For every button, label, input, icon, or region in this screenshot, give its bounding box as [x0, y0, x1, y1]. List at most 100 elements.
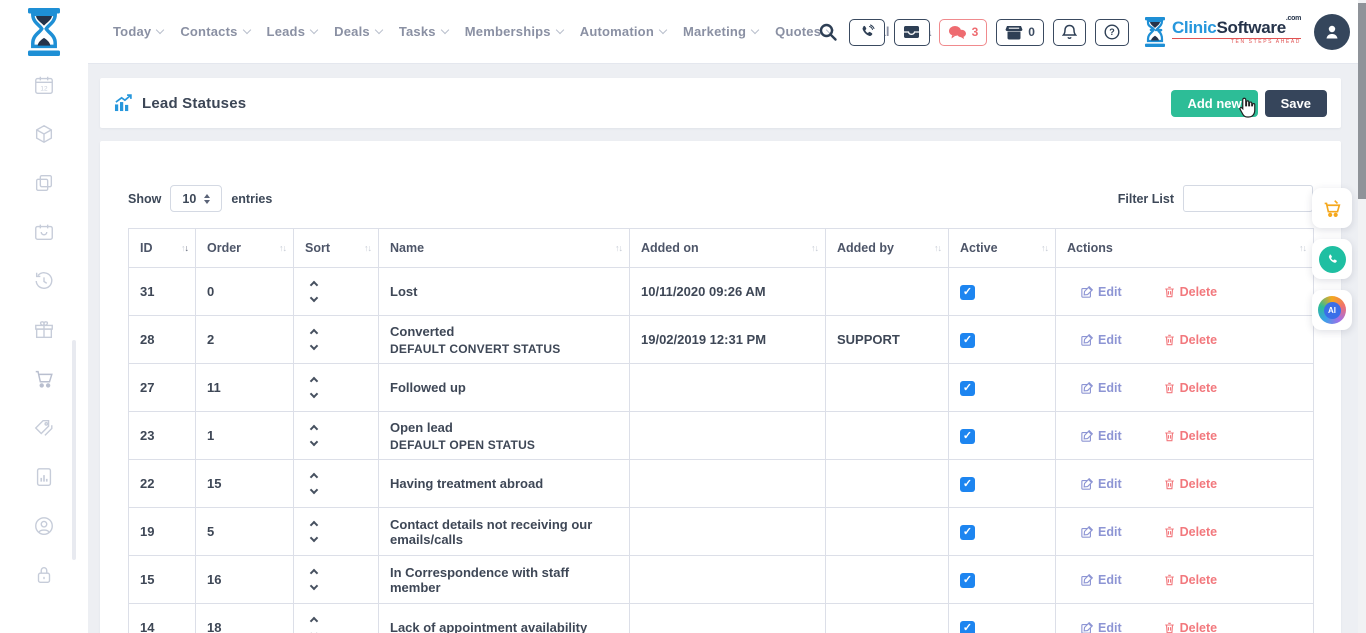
help-button[interactable]: ?: [1095, 19, 1129, 46]
move-up-icon[interactable]: [310, 425, 318, 433]
move-up-icon[interactable]: [310, 329, 318, 337]
page-scrollbar-track[interactable]: [1358, 0, 1366, 633]
column-header-active[interactable]: Active↑↓: [949, 229, 1056, 268]
active-checkbox[interactable]: ✓: [960, 285, 975, 300]
edit-link[interactable]: Edit: [1081, 429, 1122, 443]
move-up-icon[interactable]: [310, 521, 318, 529]
move-down-icon[interactable]: [310, 294, 318, 302]
active-checkbox[interactable]: ✓: [960, 429, 975, 444]
table-row: 19 5 Contact details not receiving our e…: [129, 508, 1314, 556]
user-avatar[interactable]: [1314, 14, 1350, 50]
calendar-bag-icon[interactable]: [33, 221, 55, 243]
column-header-added-on[interactable]: Added on↑↓: [630, 229, 826, 268]
move-down-icon[interactable]: [310, 438, 318, 446]
delete-link[interactable]: Delete: [1164, 381, 1218, 395]
page-scrollbar-thumb[interactable]: [1358, 3, 1366, 199]
nav-contacts[interactable]: Contacts: [180, 24, 249, 39]
move-down-icon[interactable]: [310, 390, 318, 398]
edit-link[interactable]: Edit: [1081, 381, 1122, 395]
move-down-icon[interactable]: [310, 534, 318, 542]
phone-button[interactable]: [849, 19, 885, 46]
edit-link[interactable]: Edit: [1081, 525, 1122, 539]
cell-added-on: [630, 460, 826, 508]
nav-marketing[interactable]: Marketing: [683, 24, 758, 39]
app-logo-icon[interactable]: [26, 8, 62, 56]
ai-widget-button[interactable]: AI: [1312, 290, 1352, 330]
nav-deals[interactable]: Deals: [334, 24, 382, 39]
column-header-actions[interactable]: Actions↑↓: [1056, 229, 1314, 268]
store-button[interactable]: 0: [996, 19, 1044, 46]
calendar-icon[interactable]: 12: [33, 74, 55, 96]
active-checkbox[interactable]: ✓: [960, 381, 975, 396]
search-icon[interactable]: [818, 22, 838, 42]
nav-leads[interactable]: Leads: [267, 24, 318, 39]
column-header-sort[interactable]: Sort↑↓: [294, 229, 379, 268]
active-checkbox[interactable]: ✓: [960, 477, 975, 492]
column-header-name[interactable]: Name↑↓: [379, 229, 630, 268]
package-icon[interactable]: [33, 123, 55, 145]
nav-memberships[interactable]: Memberships: [465, 24, 563, 39]
delete-link[interactable]: Delete: [1164, 573, 1218, 587]
column-header-order[interactable]: Order↑↓: [196, 229, 294, 268]
page-size-select[interactable]: 10: [170, 185, 222, 212]
inbox-button[interactable]: [894, 19, 930, 46]
move-up-icon[interactable]: [310, 281, 318, 289]
edit-link[interactable]: Edit: [1081, 285, 1122, 299]
delete-link[interactable]: Delete: [1164, 477, 1218, 491]
move-up-icon[interactable]: [310, 377, 318, 385]
delete-link[interactable]: Delete: [1164, 525, 1218, 539]
delete-link[interactable]: Delete: [1164, 621, 1218, 633]
edit-link[interactable]: Edit: [1081, 573, 1122, 587]
move-up-icon[interactable]: [310, 569, 318, 577]
notifications-button[interactable]: [1053, 19, 1086, 46]
edit-link[interactable]: Edit: [1081, 621, 1122, 633]
history-icon[interactable]: [33, 270, 55, 292]
nav-automation[interactable]: Automation: [580, 24, 666, 39]
delete-link[interactable]: Delete: [1164, 285, 1218, 299]
add-new-button[interactable]: Add new: [1171, 90, 1257, 117]
move-up-icon[interactable]: [310, 473, 318, 481]
move-down-icon[interactable]: [310, 486, 318, 494]
lock-icon[interactable]: [33, 564, 55, 586]
show-label: Show: [128, 192, 161, 206]
edit-link[interactable]: Edit: [1081, 477, 1122, 491]
active-checkbox[interactable]: ✓: [960, 333, 975, 348]
main-navigation: Today Contacts Leads Deals Tasks Members…: [113, 24, 931, 39]
tags-icon[interactable]: [33, 417, 55, 439]
call-widget-button[interactable]: [1312, 239, 1352, 279]
chat-button[interactable]: 3: [939, 19, 988, 46]
report-icon[interactable]: [33, 466, 55, 488]
cell-added-by: [826, 556, 949, 604]
delete-link[interactable]: Delete: [1164, 333, 1218, 347]
delete-link[interactable]: Delete: [1164, 429, 1218, 443]
move-down-icon[interactable]: [310, 342, 318, 350]
basket-widget-button[interactable]: [1312, 188, 1352, 228]
edit-icon: [1081, 286, 1093, 298]
brand-tld: .com: [1286, 15, 1301, 22]
active-checkbox[interactable]: ✓: [960, 573, 975, 588]
filter-input[interactable]: [1183, 185, 1313, 212]
save-button[interactable]: Save: [1265, 90, 1327, 117]
gift-icon[interactable]: [33, 319, 55, 341]
brand-logo[interactable]: ClinicSoftware.com TEN STEPS AHEAD: [1144, 17, 1301, 47]
sidebar-scrollbar[interactable]: [72, 340, 76, 560]
cart-icon[interactable]: [33, 368, 55, 390]
chevron-down-icon: [242, 26, 250, 34]
cell-id: 14: [129, 604, 196, 633]
cell-id: 15: [129, 556, 196, 604]
column-header-added-by[interactable]: Added by↑↓: [826, 229, 949, 268]
copy-icon[interactable]: [33, 172, 55, 194]
hourglass-logo-icon: [1144, 17, 1166, 47]
active-checkbox[interactable]: ✓: [960, 525, 975, 540]
move-down-icon[interactable]: [310, 582, 318, 590]
user-icon: [1323, 23, 1341, 41]
column-header-id[interactable]: ID↑↓: [129, 229, 196, 268]
cell-sort: [294, 268, 379, 316]
edit-icon: [1081, 334, 1093, 346]
edit-link[interactable]: Edit: [1081, 333, 1122, 347]
nav-today[interactable]: Today: [113, 24, 163, 39]
move-up-icon[interactable]: [310, 617, 318, 625]
active-checkbox[interactable]: ✓: [960, 621, 975, 633]
nav-tasks[interactable]: Tasks: [399, 24, 448, 39]
account-icon[interactable]: [33, 515, 55, 537]
